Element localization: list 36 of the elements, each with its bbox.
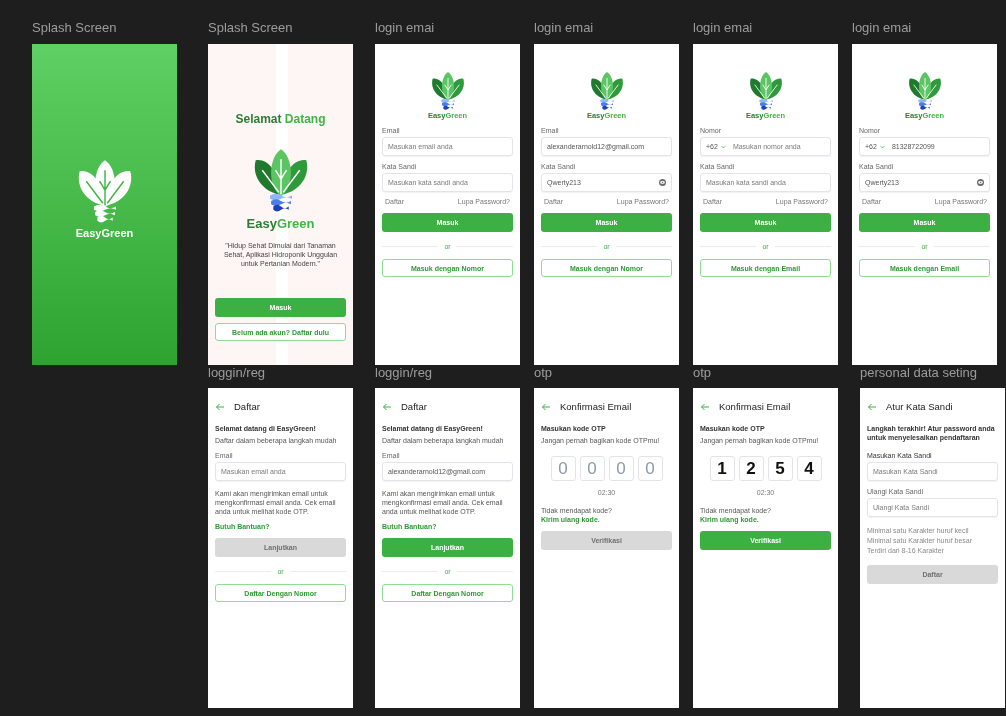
eye-icon[interactable] bbox=[659, 179, 666, 186]
frame-label: login emai bbox=[534, 20, 594, 36]
screen-title: Daftar bbox=[234, 401, 260, 412]
frame-label: otp bbox=[534, 365, 553, 381]
back-arrow-icon[interactable] bbox=[541, 402, 551, 411]
screen-title: Atur Kata Sandi bbox=[886, 401, 953, 412]
brand-name: EasyGreen bbox=[75, 226, 134, 239]
chevron-down-icon[interactable] bbox=[879, 144, 885, 149]
screen-title: Konfirmasi Email bbox=[719, 401, 791, 412]
frame-label: login emai bbox=[852, 20, 912, 36]
otp-digit-box[interactable]: 5 bbox=[767, 456, 793, 482]
frame-label: Splash Screen bbox=[208, 20, 293, 36]
frame-label: login emai bbox=[375, 20, 435, 36]
frame-label: login emai bbox=[693, 20, 753, 36]
welcome-heading: Selamat Datang bbox=[234, 112, 327, 126]
otp-digit-box[interactable]: 0 bbox=[579, 456, 605, 482]
frame-label: loggin/reg bbox=[208, 365, 266, 381]
frame-label: Splash Screen bbox=[32, 20, 117, 36]
chevron-down-icon[interactable] bbox=[720, 144, 726, 149]
otp-digit-box[interactable]: 0 bbox=[637, 456, 663, 482]
frame-label: otp bbox=[693, 365, 712, 381]
frame-label: loggin/reg bbox=[375, 365, 433, 381]
otp-digit-box[interactable]: 1 bbox=[709, 456, 735, 482]
otp-digit-box[interactable]: 2 bbox=[738, 456, 764, 482]
frame-label: personal data seting bbox=[860, 365, 978, 381]
back-arrow-icon[interactable] bbox=[700, 402, 710, 411]
otp-digit-box[interactable]: 4 bbox=[796, 456, 822, 482]
brand-name: EasyGreen bbox=[246, 216, 315, 231]
screen-title: Daftar bbox=[401, 401, 427, 412]
back-arrow-icon[interactable] bbox=[382, 402, 392, 411]
back-arrow-icon[interactable] bbox=[867, 402, 877, 411]
screen-title: Konfirmasi Email bbox=[560, 401, 632, 412]
eye-icon[interactable] bbox=[977, 179, 984, 186]
otp-digit-box[interactable]: 0 bbox=[550, 456, 576, 482]
otp-digit-box[interactable]: 0 bbox=[608, 456, 634, 482]
back-arrow-icon[interactable] bbox=[215, 402, 225, 411]
